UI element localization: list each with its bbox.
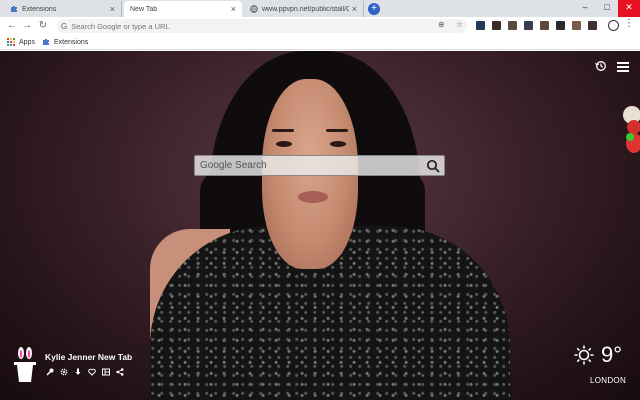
puzzle-icon xyxy=(42,38,50,46)
omnibox[interactable]: G ⊕ ☆ xyxy=(57,19,467,33)
bookmark-extensions[interactable]: Extensions xyxy=(42,38,88,46)
close-window-button[interactable]: ✕ xyxy=(618,0,640,17)
tab-label: Extensions xyxy=(22,5,57,13)
search-box[interactable] xyxy=(194,155,445,176)
tab-label: New Tab xyxy=(130,5,158,13)
extension-icon-3[interactable] xyxy=(508,21,517,30)
bookmark-apps[interactable]: Apps xyxy=(7,38,35,46)
extension-icon-7[interactable] xyxy=(572,21,581,30)
reload-icon[interactable]: ↻ xyxy=(36,19,50,33)
gear-icon[interactable] xyxy=(60,368,68,378)
layout-icon[interactable] xyxy=(102,368,110,378)
brow-shape xyxy=(326,129,348,132)
apps-grid-icon xyxy=(7,38,15,46)
history-icon[interactable] xyxy=(595,60,607,72)
minimize-button[interactable]: – xyxy=(574,0,596,17)
new-tab-page: Kylie Jenner New Tab 9° LONDON xyxy=(0,51,640,400)
menu-icon[interactable]: ⋮ xyxy=(624,18,634,29)
globe-icon xyxy=(250,5,258,13)
promo-badge-icon[interactable] xyxy=(616,103,640,161)
browser-toolbar: ← → ↻ G ⊕ ☆ ⋮ xyxy=(0,17,640,35)
puzzle-icon xyxy=(10,5,18,13)
brow-shape xyxy=(272,129,294,132)
share-icon[interactable] xyxy=(116,368,124,378)
temperature: 9° xyxy=(601,342,623,367)
search-input[interactable] xyxy=(195,160,420,171)
sun-icon xyxy=(574,345,594,365)
wrench-icon[interactable] xyxy=(46,368,54,378)
bookmark-label: Extensions xyxy=(54,38,89,46)
tab-close-icon[interactable]: × xyxy=(231,4,236,14)
tab-close-icon[interactable]: × xyxy=(110,4,115,14)
extension-icon-6[interactable] xyxy=(556,21,565,30)
download-icon[interactable] xyxy=(74,368,82,378)
extension-name: Kylie Jenner New Tab xyxy=(45,352,133,362)
bunny-hat-logo-icon xyxy=(12,347,38,383)
maximize-button[interactable]: □ xyxy=(596,0,618,17)
profile-icon[interactable] xyxy=(608,20,619,31)
hamburger-menu-icon[interactable] xyxy=(617,62,629,74)
tab-extensions[interactable]: Extensions × xyxy=(4,1,122,17)
address-input[interactable] xyxy=(71,21,402,31)
bookmarks-bar: Apps Extensions xyxy=(0,35,640,50)
extension-icon-8[interactable] xyxy=(588,21,597,30)
bookmark-label: Apps xyxy=(19,38,35,46)
extension-icon-2[interactable] xyxy=(492,21,501,30)
google-g-icon: G xyxy=(61,21,68,31)
extension-toolbar xyxy=(46,368,124,378)
forward-icon[interactable]: → xyxy=(20,19,34,33)
location-target-icon[interactable]: ⊕ xyxy=(438,20,445,29)
tab-new-tab[interactable]: New Tab × xyxy=(124,1,242,17)
tab-label: www.ppvpn.net/public/stall/G xyxy=(262,5,349,13)
tab-strip: Extensions × New Tab × www.ppvpn.net/pub… xyxy=(0,0,640,17)
back-icon[interactable]: ← xyxy=(5,19,19,33)
extension-icon-5[interactable] xyxy=(540,21,549,30)
new-tab-button[interactable]: + xyxy=(368,3,380,15)
eye-shape xyxy=(330,141,346,147)
bookmark-star-icon[interactable]: ☆ xyxy=(456,20,463,29)
lips-shape xyxy=(298,191,328,203)
heart-icon[interactable] xyxy=(88,368,96,378)
extension-icon-4[interactable] xyxy=(524,21,533,30)
eye-shape xyxy=(276,141,292,147)
search-icon[interactable] xyxy=(426,159,440,173)
tab-close-icon[interactable]: × xyxy=(352,4,357,14)
weather-city: LONDON xyxy=(590,376,627,385)
extension-icon-1[interactable] xyxy=(476,21,485,30)
tab-ppvpn[interactable]: www.ppvpn.net/public/stall/G × xyxy=(244,1,364,17)
